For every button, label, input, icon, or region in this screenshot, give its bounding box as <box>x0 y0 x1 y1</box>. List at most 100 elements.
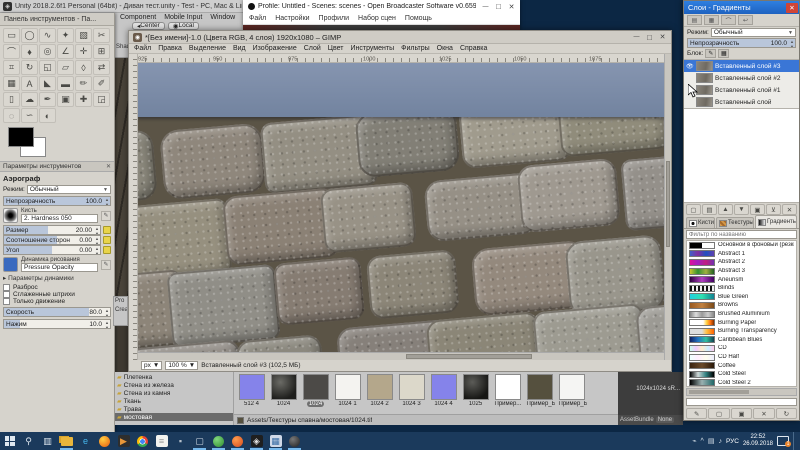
cage-transform-tool-icon[interactable]: ▦ <box>3 76 20 91</box>
tool-option-checkbox[interactable]: Только движение <box>3 298 111 305</box>
select-by-color-tool-icon[interactable]: ▧ <box>75 28 92 43</box>
panel-titlebar[interactable]: Слои - Градиенты ✕ <box>684 1 799 14</box>
duplicate-layer-button[interactable]: ▣ <box>750 204 765 215</box>
perspective-clone-tool-icon[interactable]: ◲ <box>93 92 110 107</box>
paint-mode-select[interactable]: Обычный▼ <box>27 185 111 194</box>
duplicate-gradient-button[interactable]: ▣ <box>731 408 752 419</box>
gradient-hscrollbar[interactable] <box>686 388 797 396</box>
gimp-titlebar[interactable]: ◉ *[Без имени]-1.0 (Цвета RGB, 4 слоя) 1… <box>129 31 671 44</box>
brush-edit-icon[interactable]: ✎ <box>101 211 111 221</box>
rate-slider[interactable]: Скорость 80.0 ▲▼ <box>3 307 111 317</box>
blur-tool-icon[interactable]: ◌ <box>3 108 20 123</box>
gradient-tool-icon[interactable]: ▬ <box>57 76 74 91</box>
viewer-icon[interactable]: ▦ <box>266 432 285 450</box>
delete-layer-button[interactable]: ✕ <box>782 204 797 215</box>
flip-tool-icon[interactable]: ⇄ <box>93 60 110 75</box>
films-tv-icon[interactable]: ▶ <box>114 432 133 450</box>
layers-tab-icon[interactable]: ▤ <box>687 15 702 25</box>
dynamics-select[interactable]: Pressure Opacity <box>21 263 98 272</box>
gradient-row[interactable]: Cold Steel <box>687 370 796 379</box>
color-picker-tool-icon[interactable]: ♦ <box>21 44 38 59</box>
asset-item[interactable]: Пример... <box>493 374 522 407</box>
tool-option-checkbox[interactable]: Разброс <box>3 284 111 291</box>
gradient-row[interactable]: Brushed Aluminium <box>687 310 796 319</box>
resource-tab[interactable]: Текстуры <box>716 217 754 228</box>
scissors-tool-icon[interactable]: ✂ <box>93 28 110 43</box>
app-window-icon[interactable]: ▢ <box>190 432 209 450</box>
asset-thumbnail[interactable] <box>431 374 457 400</box>
gimp-menu-item[interactable]: Слой <box>304 45 321 52</box>
unity-create-button[interactable]: Crea <box>115 306 127 315</box>
unity-center-button[interactable]: ◂ Center <box>132 22 165 30</box>
obs-menu-item[interactable]: Помощь <box>405 15 432 22</box>
asset-thumbnail[interactable] <box>399 374 425 400</box>
paths-tool-icon[interactable]: ⌒ <box>3 44 20 59</box>
new-gradient-button[interactable]: ▢ <box>708 408 729 419</box>
tool-option-slider[interactable]: Размер 20.00 ▲▼ <box>3 225 101 235</box>
checkbox-icon[interactable] <box>3 284 10 291</box>
asset-thumbnail[interactable] <box>239 374 265 400</box>
heal-tool-icon[interactable]: ✚ <box>75 92 92 107</box>
asset-item[interactable]: 1024 2 <box>365 374 394 407</box>
opacity-slider[interactable]: Непрозрачность 100.0 ▲▼ <box>3 196 111 206</box>
show-desktop-button[interactable] <box>793 432 796 450</box>
brush-select[interactable]: 2. Hardness 050 <box>21 214 98 223</box>
gimp-menu-item[interactable]: Справка <box>460 45 487 52</box>
tool-option-checkbox[interactable]: Сглаженные штрихи <box>3 291 111 298</box>
scale-tool-icon[interactable]: ◱ <box>39 60 56 75</box>
search-icon[interactable]: ⚲ <box>19 432 38 450</box>
layer-row[interactable]: 👁 Вставленный слой #3 <box>684 60 799 72</box>
lock-alpha-icon[interactable]: ▦ <box>718 49 729 58</box>
tray-item-icon[interactable]: ▤ <box>708 437 715 445</box>
assetbundle-select[interactable]: None <box>656 417 674 423</box>
canvas-vscrollbar[interactable] <box>664 54 671 360</box>
asset-item[interactable]: 1024 1 <box>333 374 362 407</box>
gradient-row[interactable]: Blinds <box>687 284 796 293</box>
link-chip-icon[interactable] <box>103 236 111 244</box>
obs-menu-item[interactable]: Настройки <box>275 15 309 22</box>
resource-tab[interactable]: Градиенты <box>755 215 797 228</box>
new-group-button[interactable]: ▤ <box>702 204 717 215</box>
gradient-row[interactable]: CD Half <box>687 353 796 362</box>
clock[interactable]: 22:52 26.09.2018 <box>743 434 773 448</box>
refresh-gradients-button[interactable]: ↻ <box>776 408 797 419</box>
paths-tab-icon[interactable]: ⌒ <box>721 15 736 25</box>
asset-item[interactable]: Пример_ВХ... <box>525 374 554 407</box>
tool-option-slider[interactable]: Угол 0.00 ▲▼ <box>3 245 101 255</box>
gradient-row[interactable]: Основной в фоновый (резкий переход) <box>687 241 796 250</box>
gradient-row[interactable]: Aneurism <box>687 275 796 284</box>
ellipse-select-tool-icon[interactable]: ◯ <box>21 28 38 43</box>
unity-local-button[interactable]: ◉ Local <box>168 22 199 30</box>
gradient-row[interactable]: Burning Paper <box>687 318 796 327</box>
obs-titlebar[interactable]: Profile: Untitled - Scenes: scenes - Ope… <box>243 0 520 13</box>
unity-titlebar[interactable]: ◈ Unity 2018.2.6f1 Personal (64bit) - Ди… <box>0 0 245 13</box>
asset-item[interactable]: 1025 <box>461 374 490 407</box>
tool-option-slider[interactable]: Соотношение сторон 0.00 ▲▼ <box>3 235 101 245</box>
utility-icon[interactable]: ▪ <box>171 432 190 450</box>
asset-item[interactable]: Пример_ВХ... <box>557 374 586 407</box>
checkbox-icon[interactable] <box>3 298 10 305</box>
pressure-slider[interactable]: Нажим 10.0 ▲▼ <box>3 319 111 329</box>
network-icon[interactable]: ⌁ <box>692 437 696 445</box>
anchor-layer-button[interactable]: ⊻ <box>766 204 781 215</box>
asset-item[interactable]: 1024 <box>269 374 298 407</box>
start-button[interactable] <box>0 432 19 450</box>
speaker-icon[interactable]: ♪ <box>718 438 722 445</box>
gradient-row[interactable]: Coffee <box>687 361 796 370</box>
obs-menu-item[interactable]: Набор сцен <box>358 15 396 22</box>
notepad-icon[interactable]: ≡ <box>152 432 171 450</box>
folder-item[interactable]: ▰мостовая <box>115 413 233 421</box>
asset-item[interactable]: 1024 4 <box>429 374 458 407</box>
folder-item[interactable]: ▰Трава <box>115 405 233 413</box>
fg-bg-color-swatch[interactable] <box>8 127 52 159</box>
fuzzy-select-tool-icon[interactable]: ✦ <box>57 28 74 43</box>
obs-close-button[interactable] <box>505 2 518 12</box>
gimp-menu-item[interactable]: Инструменты <box>350 45 394 52</box>
layer-visibility-icon[interactable]: 👁 <box>686 63 694 70</box>
gradient-row[interactable]: Abstract 1 <box>687 250 796 259</box>
align-tool-icon[interactable]: ⊞ <box>93 44 110 59</box>
rect-select-tool-icon[interactable]: ▭ <box>3 28 20 43</box>
raise-layer-button[interactable]: ▲ <box>718 204 733 215</box>
gimp-menu-item[interactable]: Фильтры <box>401 45 430 52</box>
clone-tool-icon[interactable]: ▣ <box>57 92 74 107</box>
